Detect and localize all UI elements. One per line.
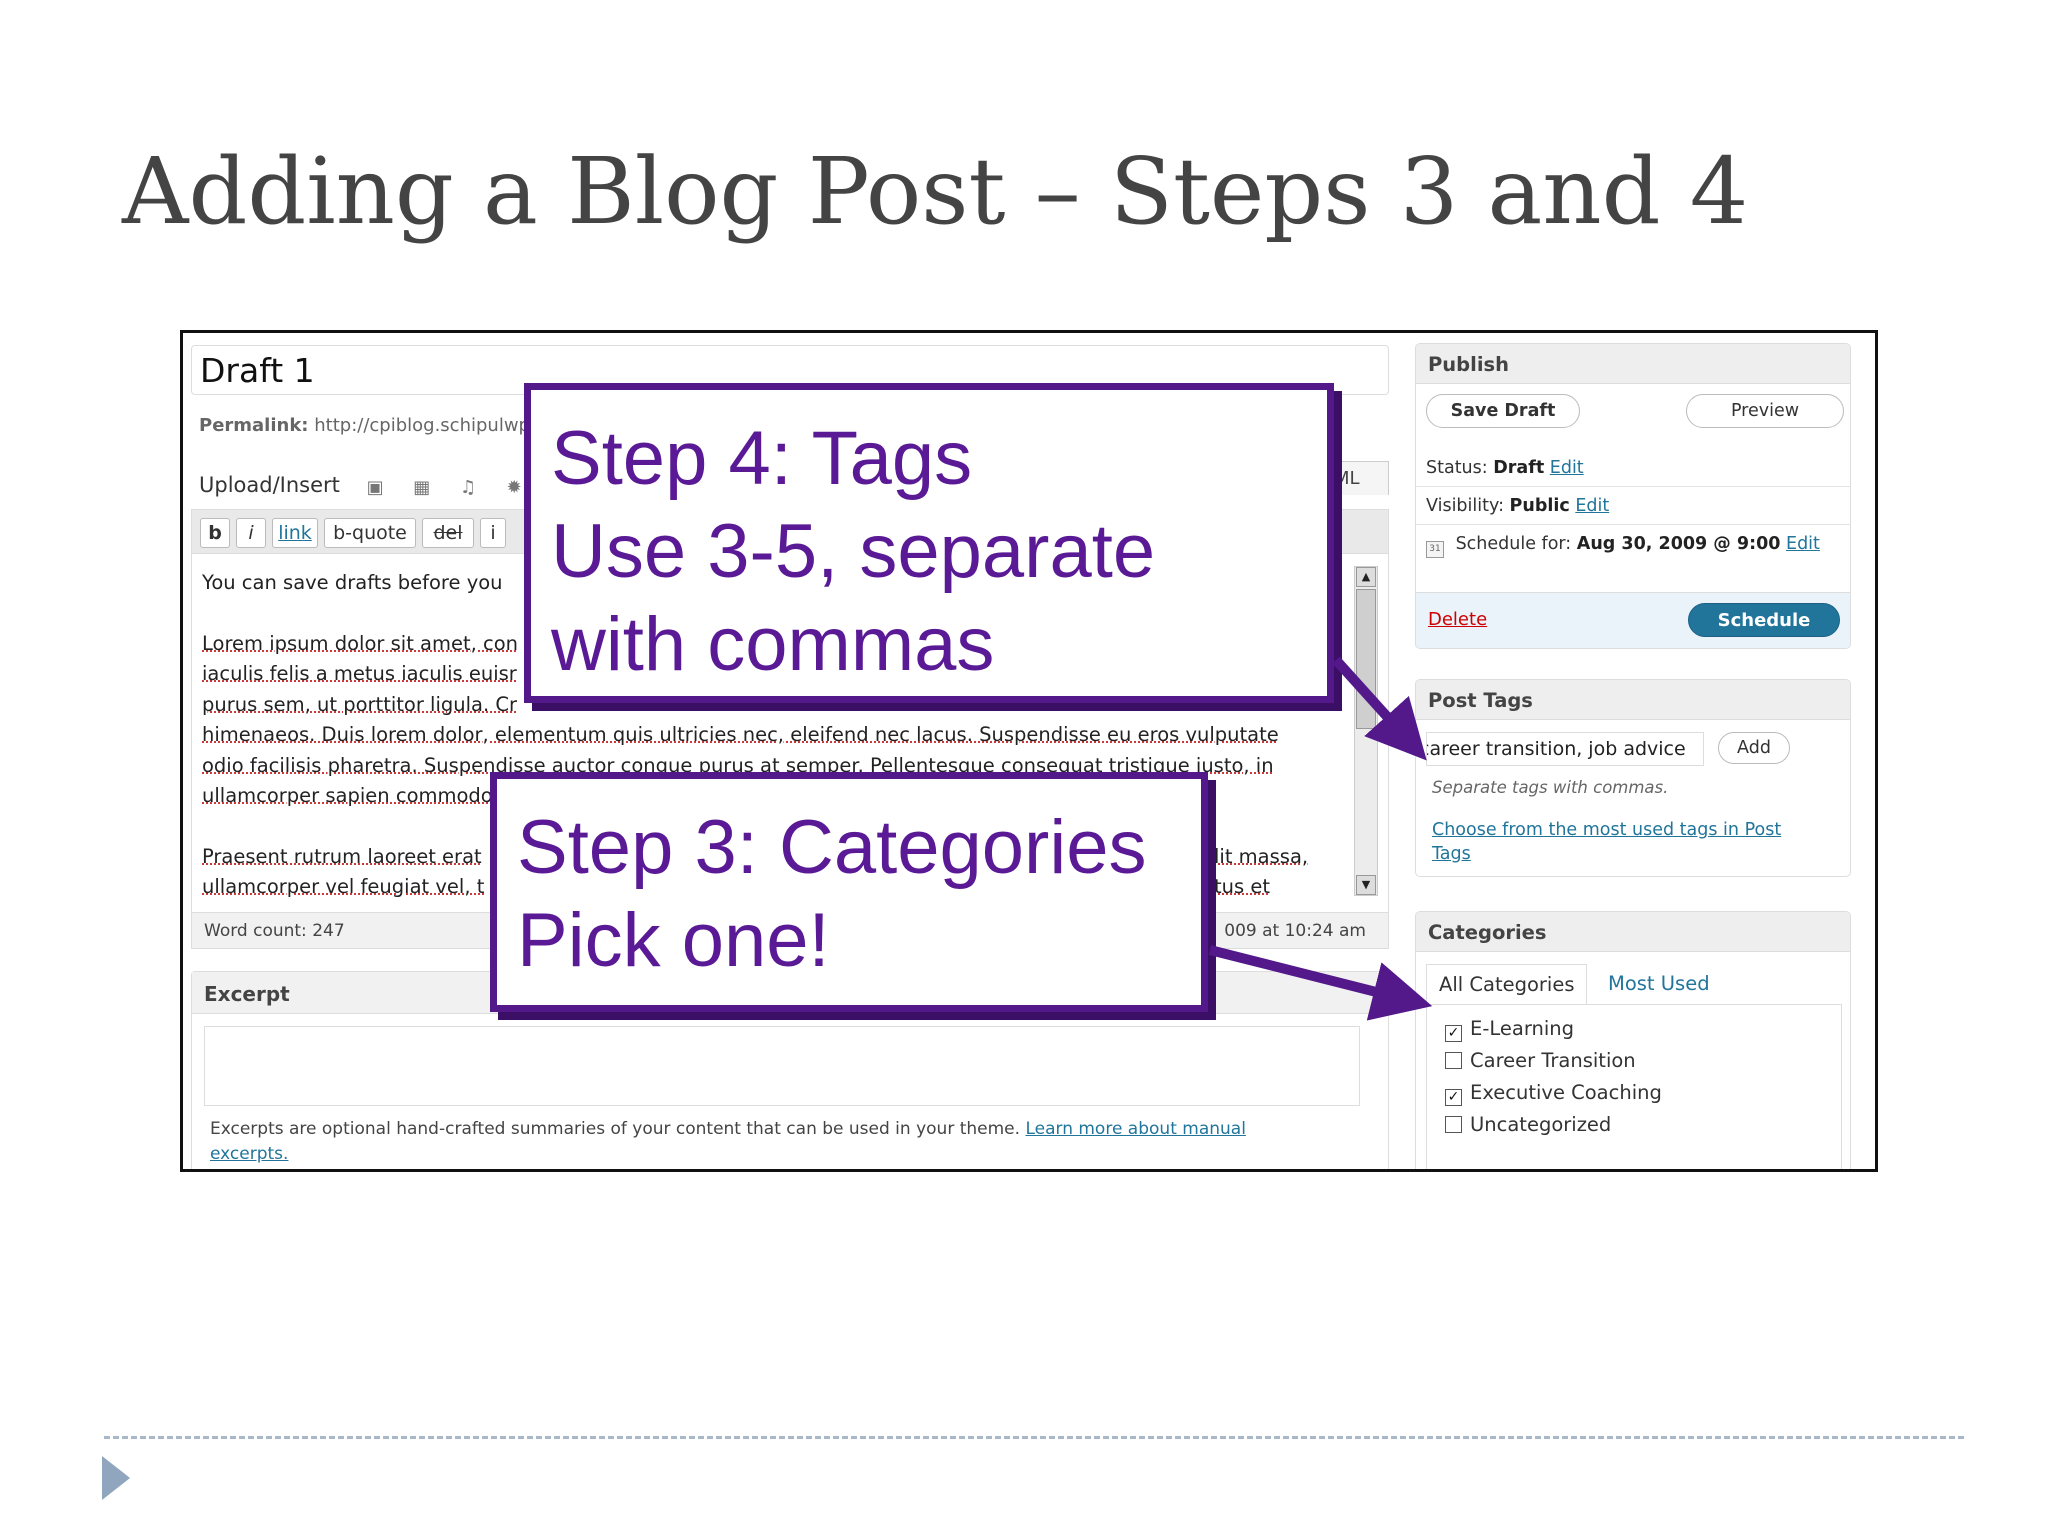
schedule-button[interactable]: Schedule (1688, 603, 1840, 637)
step4-callout: Step 4: Tags Use 3-5, separate with comm… (524, 383, 1334, 703)
checkbox-checked[interactable]: ✓ (1445, 1089, 1462, 1106)
publish-heading[interactable]: Publish (1416, 344, 1850, 384)
calendar-icon: 31 (1426, 541, 1444, 558)
save-draft-button[interactable]: Save Draft (1426, 394, 1580, 428)
divider (1416, 486, 1850, 487)
editor-scrollbar[interactable]: ▲ ▼ (1354, 566, 1378, 896)
divider (1416, 524, 1850, 525)
scroll-up-icon[interactable]: ▲ (1356, 567, 1376, 587)
excerpt-textarea[interactable] (204, 1026, 1360, 1106)
tab-most-used[interactable]: Most Used (1596, 964, 1722, 1004)
permalink-url[interactable]: http://cpiblog.schipulwp (314, 415, 530, 436)
add-audio-icon[interactable]: ♫ (460, 477, 480, 498)
add-tag-button[interactable]: Add (1718, 732, 1790, 764)
last-saved: 009 at 10:24 am (1224, 921, 1366, 941)
category-item[interactable]: ✓ E-Learning (1445, 1017, 1574, 1042)
tag-input-value: career transition, job advice (1426, 738, 1686, 760)
category-label: Uncategorized (1470, 1113, 1612, 1136)
add-video-icon[interactable]: ▦ (413, 477, 433, 498)
publish-actions: Delete Schedule (1416, 592, 1850, 648)
tab-all-categories[interactable]: All Categories (1426, 964, 1588, 1004)
schedule-value: Aug 30, 2009 @ 9:00 (1576, 534, 1781, 554)
permalink-label: Permalink: (199, 415, 309, 436)
publish-box: Publish Save Draft Preview Status: Draft… (1415, 343, 1851, 649)
footer-triangle-icon (102, 1456, 130, 1500)
checkbox-unchecked[interactable] (1445, 1116, 1462, 1133)
category-item[interactable]: ✓ Executive Coaching (1445, 1081, 1662, 1106)
callout-line: with commas (551, 602, 995, 687)
category-item[interactable]: Uncategorized (1445, 1113, 1611, 1136)
content-line-fragment: tus et (1214, 874, 1271, 898)
excerpt-help-text: Excerpts are optional hand-crafted summa… (210, 1119, 1021, 1139)
category-label: Career Transition (1470, 1049, 1636, 1072)
post-tags-heading[interactable]: Post Tags (1416, 680, 1850, 720)
italic-button[interactable]: i (236, 518, 266, 548)
categories-heading[interactable]: Categories (1416, 912, 1850, 952)
category-label: Executive Coaching (1470, 1081, 1662, 1104)
post-tags-box: Post Tags career transition, job advice … (1415, 679, 1851, 877)
del-button[interactable]: del (422, 518, 474, 548)
preview-button[interactable]: Preview (1686, 394, 1844, 428)
category-tabs: All Categories Most Used (1426, 964, 1842, 1004)
excerpt-help: Excerpts are optional hand-crafted summa… (210, 1117, 1310, 1167)
checkbox-checked[interactable]: ✓ (1445, 1025, 1462, 1042)
most-used-tags-link[interactable]: Choose from the most used tags in Post T… (1432, 818, 1812, 866)
callout-line: Pick one! (517, 898, 830, 983)
content-line-fragment: lit massa, (1214, 844, 1309, 868)
step3-callout: Step 3: Categories Pick one! (490, 772, 1208, 1012)
schedule-line: 31 Schedule for: Aug 30, 2009 @ 9:00 Edi… (1426, 534, 1820, 558)
checkbox-unchecked[interactable] (1445, 1052, 1462, 1069)
edit-status-link[interactable]: Edit (1550, 458, 1584, 478)
permalink: Permalink: http://cpiblog.schipulwp (199, 415, 530, 436)
callout-line: Use 3-5, separate (551, 509, 1156, 594)
callout-line: Step 3: Categories (517, 805, 1147, 890)
bold-button[interactable]: b (200, 518, 230, 548)
upload-insert-label: Upload/Insert (199, 473, 340, 497)
status-label: Status: (1426, 458, 1488, 478)
link-button[interactable]: link (272, 518, 318, 548)
upload-insert-bar: Upload/Insert ▣ ▦ ♫ ✹ (199, 473, 527, 498)
scroll-thumb[interactable] (1356, 589, 1376, 729)
tab-html[interactable]: ML (1329, 461, 1389, 495)
edit-schedule-link[interactable]: Edit (1786, 534, 1820, 554)
categories-box: Categories All Categories Most Used ✓ E-L… (1415, 911, 1851, 1169)
add-image-icon[interactable]: ▣ (367, 477, 387, 498)
category-label: E-Learning (1470, 1017, 1575, 1040)
footer-divider (104, 1436, 1964, 1439)
delete-link[interactable]: Delete (1428, 609, 1487, 630)
word-count: Word count: 247 (204, 921, 345, 941)
schedule-label: Schedule for: (1455, 534, 1572, 554)
scroll-down-icon[interactable]: ▼ (1356, 875, 1376, 895)
category-item[interactable]: Career Transition (1445, 1049, 1636, 1072)
ins-button[interactable]: i (480, 518, 506, 548)
visibility-value: Public (1509, 496, 1570, 516)
visibility-line: Visibility: Public Edit (1426, 496, 1609, 516)
slide-title: Adding a Blog Post – Steps 3 and 4 (122, 138, 1749, 245)
status-value: Draft (1493, 458, 1545, 478)
category-list: ✓ E-Learning Career Transition ✓ Executive… (1426, 1004, 1842, 1169)
visibility-label: Visibility: (1426, 496, 1504, 516)
tag-input[interactable]: career transition, job advice (1426, 732, 1704, 766)
status-line: Status: Draft Edit (1426, 458, 1584, 478)
tag-help: Separate tags with commas. (1432, 778, 1669, 797)
callout-line: Step 4: Tags (551, 416, 973, 501)
blockquote-button[interactable]: b-quote (324, 518, 416, 548)
content-line: himenaeos. Duis lorem dolor, elementum q… (202, 723, 1279, 746)
edit-visibility-link[interactable]: Edit (1575, 496, 1609, 516)
